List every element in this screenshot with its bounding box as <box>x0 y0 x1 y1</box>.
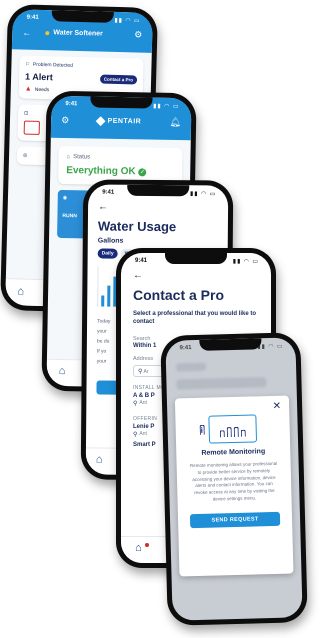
clock: 9:41 <box>65 101 78 108</box>
home-icon[interactable]: ⌂ <box>96 453 103 465</box>
device-thumbnail <box>23 120 40 135</box>
logo-mark-icon <box>96 116 107 127</box>
signal-icon: ▮▮ ◠ ▭ <box>114 17 141 25</box>
blurred-title <box>176 377 267 390</box>
home-icon[interactable]: ⌂ <box>17 285 24 297</box>
page-title: Water Usage <box>97 218 177 235</box>
alert-row: 1 Alert Contact a Pro <box>25 71 138 85</box>
tank-icon <box>226 427 232 438</box>
signal-icon: ▮▮ ◠ ▭ <box>189 191 217 198</box>
warning-text: Needs <box>34 86 50 93</box>
home-outline-icon: ⌂ <box>66 154 71 161</box>
notch <box>165 253 227 264</box>
usage-bar <box>107 285 111 307</box>
status-value: Everything OK ✓ <box>66 165 174 178</box>
signal-icon: ▮▮ ◠ ▭ <box>232 259 259 265</box>
nav-bar: ← Water Softener ⚙ <box>12 24 152 43</box>
problem-text: Problem Detected <box>32 61 74 69</box>
device-icon: ⊡ <box>24 110 29 117</box>
tank-icon <box>219 430 225 438</box>
alert-count: 1 Alert <box>25 71 53 83</box>
status-dot-icon <box>45 30 50 35</box>
back-arrow-icon[interactable]: ← <box>121 268 271 283</box>
tank-icon <box>233 426 239 437</box>
status-label: ⌂ Status <box>66 154 174 162</box>
signal-icon: ▮▮ ◠ ▭ <box>153 103 180 111</box>
status-label-text: Status <box>73 154 91 161</box>
nav-bar: ⚙ PENTAIR 🔔︎ <box>51 111 191 132</box>
modal-body: Remote monitoring allows your profession… <box>189 460 278 502</box>
contact-pro-button[interactable]: Contact a Pro <box>99 74 138 84</box>
problem-label: ⚐ Problem Detected <box>25 62 137 71</box>
screen: 9:41 ▮▮ ◠ ▭ ✕ i Remote Monitoring Remote… <box>165 337 303 621</box>
pin-icon: ⚲ <box>133 431 138 438</box>
brand-name: PENTAIR <box>107 117 142 126</box>
clock-icon: ◎ <box>22 152 28 159</box>
check-icon: ✓ <box>138 167 147 176</box>
send-request-button[interactable]: SEND REQUEST <box>189 511 281 528</box>
notch <box>199 338 262 351</box>
page-title: Contact a Pro <box>133 287 225 303</box>
usage-bar <box>101 295 105 307</box>
pro-address-text: Ant <box>139 431 147 438</box>
settings-gear-icon[interactable]: ⚙ <box>61 115 69 126</box>
notch <box>90 96 153 109</box>
status-value-text: Everything OK <box>66 165 136 178</box>
info-icon: i <box>199 424 205 435</box>
notch <box>127 184 190 197</box>
pin-icon: ⚲ <box>133 400 138 407</box>
pentair-logo: PENTAIR <box>96 116 142 127</box>
tank-icon <box>240 429 246 437</box>
signal-icon: ▮▮ ◠ ▭ <box>257 343 284 351</box>
chip-daily[interactable]: Daily <box>97 248 118 259</box>
pro-address-text: Ant <box>139 400 147 407</box>
back-arrow-icon[interactable]: ← <box>88 199 228 215</box>
close-icon[interactable]: ✕ <box>273 401 282 412</box>
pin-icon: ⚲ <box>138 368 143 375</box>
remote-monitoring-modal: ✕ i Remote Monitoring Remote monitoring … <box>174 395 294 577</box>
back-arrow-icon[interactable]: ← <box>22 27 31 37</box>
modal-title: Remote Monitoring <box>201 448 266 457</box>
alert-bell-icon: ⚐ <box>25 61 31 68</box>
warning-icon: ▲ <box>24 85 32 93</box>
home-icon[interactable]: ⌂ <box>135 542 142 554</box>
page-description: Select a professional that you would lik… <box>133 311 257 325</box>
notch <box>51 10 114 23</box>
nav-title: Water Softener <box>53 29 103 38</box>
blurred-back <box>175 362 207 372</box>
gear-icon[interactable]: ⚙ <box>134 29 142 40</box>
home-icon[interactable]: ⌂ <box>59 365 66 377</box>
monitoring-icon: i <box>199 414 258 444</box>
clock: 9:41 <box>102 189 115 196</box>
notification-badge <box>145 543 149 547</box>
clock: 9:41 <box>135 258 148 264</box>
address-value: Ar <box>143 368 149 375</box>
clock: 9:41 <box>179 345 192 352</box>
bell-icon[interactable]: 🔔︎ <box>170 117 182 128</box>
clock: 9:41 <box>26 14 39 21</box>
phone-remote-monitoring: 9:41 ▮▮ ◠ ▭ ✕ i Remote Monitoring Remote… <box>160 332 308 626</box>
